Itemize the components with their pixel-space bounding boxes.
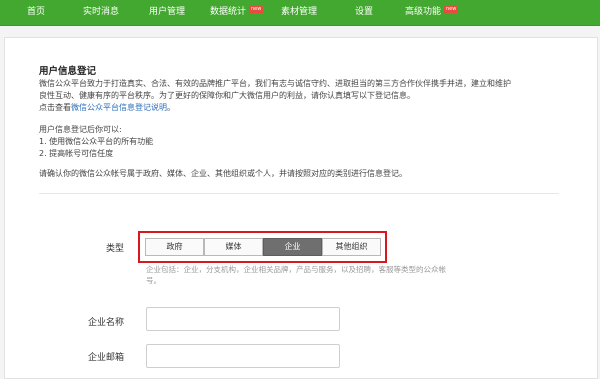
type-option-other-organization[interactable]: 其他组织 <box>322 238 381 256</box>
section-divider <box>39 193 559 194</box>
intro-text-line-1: 微信公众平台致力于打造真实、合法、有效的品牌推广平台，我们有志与诚信守约、进取担… <box>39 79 511 88</box>
type-hint-text: 企业包括：企业，分支机构，企业相关品牌，产品与服务，以及招聘，客服等类型的公众帐… <box>146 265 446 285</box>
type-instruction: 请确认你的微信公众帐号属于政府、媒体、企业、其他组织或个人，并请按照对应的类别进… <box>39 169 407 178</box>
company-email-label: 企业邮箱 <box>88 353 125 363</box>
intro-text-line-2: 良性互动、健康有序的平台秩序。为了更好的保障你和广大微信用户的利益，请你认真填写… <box>39 91 415 100</box>
nav-item-statistics[interactable]: 数据统计 new <box>210 0 264 25</box>
top-navigation-bar: 首页 实时消息 用户管理 数据统计 new 素材管理 设置 高级功能 new <box>0 0 600 26</box>
company-name-input[interactable] <box>146 307 340 331</box>
benefit-item-1: 1. 使用微信公众平台的所有功能 <box>39 137 154 146</box>
nav-item-realtime-messages[interactable]: 实时消息 <box>83 0 119 25</box>
nav-item-settings[interactable]: 设置 <box>355 0 373 25</box>
type-option-government[interactable]: 政府 <box>145 238 204 256</box>
company-name-label: 企业名称 <box>88 318 125 328</box>
benefits-heading: 用户信息登记后你可以: <box>39 125 122 134</box>
new-badge: new <box>249 6 264 13</box>
new-badge: new <box>444 6 459 13</box>
page-title: 用户信息登记 <box>39 66 97 77</box>
registration-guide-link[interactable]: 微信公众平台信息登记说明 <box>71 103 167 112</box>
nav-item-statistics-label: 数据统计 <box>210 7 247 17</box>
nav-item-advanced-label: 高级功能 <box>405 7 442 17</box>
nav-item-advanced-features[interactable]: 高级功能 new <box>405 0 459 25</box>
type-option-media[interactable]: 媒体 <box>204 238 263 256</box>
benefit-item-2: 2. 提高帐号可信任度 <box>39 149 114 158</box>
company-email-input[interactable] <box>146 344 340 368</box>
nav-item-home[interactable]: 首页 <box>27 0 45 25</box>
nav-item-user-management[interactable]: 用户管理 <box>149 0 185 25</box>
intro-link-line: 点击查看微信公众平台信息登记说明。 <box>39 102 175 113</box>
type-label: 类型 <box>106 244 125 254</box>
nav-item-material-management[interactable]: 素材管理 <box>281 0 317 25</box>
type-option-enterprise[interactable]: 企业 <box>263 238 322 256</box>
link-prefix: 点击查看 <box>39 103 71 112</box>
link-suffix: 。 <box>167 103 175 112</box>
